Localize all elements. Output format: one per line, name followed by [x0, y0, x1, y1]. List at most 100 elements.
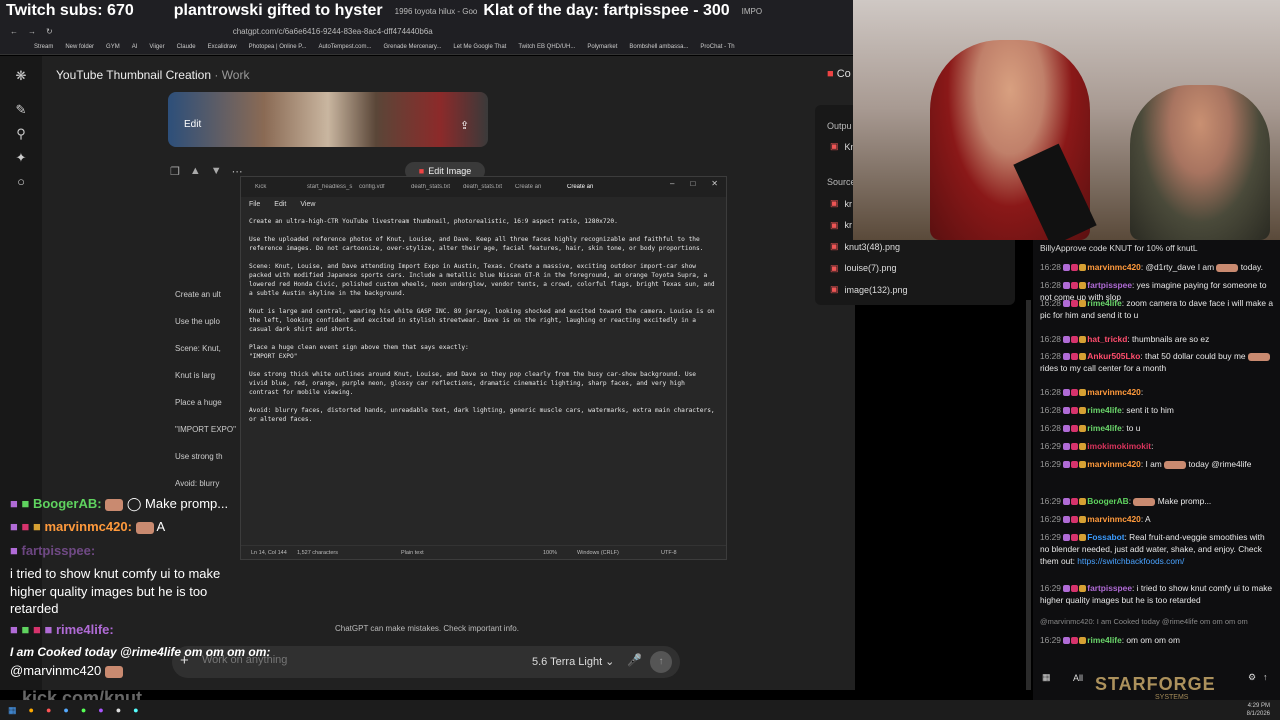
thumbs-up-icon[interactable]: ▲: [190, 165, 201, 178]
chat-username[interactable]: Fossabot: [1087, 532, 1124, 542]
bookmark-item[interactable]: Excalidraw: [208, 44, 237, 50]
system-tray[interactable]: 4:29 PM 8/1/2026: [1247, 702, 1270, 718]
menu-item[interactable]: File: [249, 201, 260, 208]
circle-icon[interactable]: ○: [13, 174, 29, 190]
sources-label: Source: [827, 177, 856, 187]
notepad-tab[interactable]: Create an: [561, 184, 613, 190]
chat-text: today.: [1240, 262, 1263, 272]
app-icon[interactable]: ●: [133, 705, 138, 715]
forward-icon[interactable]: →: [28, 27, 36, 36]
chat-username[interactable]: fartpisspee: [1087, 280, 1132, 290]
brand-logo: STARFORGE: [1095, 674, 1216, 694]
bookmark-item[interactable]: Grenade Mercenary...: [384, 44, 442, 50]
bookmark-item[interactable]: Bombshell ambassa...: [629, 44, 688, 50]
app-icon[interactable]: ●: [98, 705, 103, 715]
chat-username[interactable]: marvinmc420: [1087, 514, 1141, 524]
notepad-tab[interactable]: config.vdf: [353, 184, 405, 190]
close-icon[interactable]: ✕: [711, 179, 718, 188]
chat-username[interactable]: rime4life: [1087, 635, 1121, 645]
model-selector[interactable]: 5.6 Terra Light ⌄: [532, 655, 614, 668]
chat-text: :: [1128, 496, 1132, 506]
notepad-tab[interactable]: Create an: [509, 184, 561, 190]
source-label: louise(7).png: [844, 263, 897, 273]
app-icon[interactable]: ●: [29, 705, 34, 715]
prompt-paragraph: Create an ultra-high-CTR YouTube livestr…: [249, 218, 618, 225]
chat-username[interactable]: imokimokimokit: [1087, 441, 1151, 451]
copy-icon[interactable]: ❐: [170, 165, 180, 178]
chat-username[interactable]: rime4life: [1087, 405, 1121, 415]
chat-username[interactable]: marvinmc420: [1087, 262, 1141, 272]
scrollbar[interactable]: [1026, 300, 1031, 690]
windows-start-icon[interactable]: ▦: [8, 705, 17, 716]
bookmark-item[interactable]: Twitch EB QHD/UH...: [518, 44, 575, 50]
badge-icon: [1079, 516, 1087, 524]
menu-item[interactable]: View: [300, 201, 315, 208]
minimize-icon[interactable]: –: [670, 179, 674, 188]
url-field[interactable]: chatgpt.com/c/6a6e6416-9244-83ea-8ac4-df…: [233, 27, 433, 36]
chat-username[interactable]: fartpisspee: [1087, 583, 1132, 593]
notepad-tab[interactable]: death_stats.txt: [457, 184, 509, 190]
arrow-up-icon[interactable]: ↑: [1263, 672, 1268, 682]
twitch-subs-count: Twitch subs: 670: [6, 2, 134, 19]
notepad-text-area[interactable]: Create an ultra-high-CTR YouTube livestr…: [241, 211, 726, 531]
notepad-tab[interactable]: death_stats.txt: [405, 184, 457, 190]
thumbs-down-icon[interactable]: ▼: [211, 165, 222, 178]
send-button[interactable]: ↑: [650, 651, 672, 673]
search-icon[interactable]: ⚲: [13, 126, 29, 142]
chat-username[interactable]: hat_trickd: [1087, 334, 1127, 344]
new-chat-icon[interactable]: ✎: [13, 102, 29, 118]
source-item[interactable]: ▣ kr: [830, 198, 852, 209]
bookmark-item[interactable]: Stream: [34, 44, 53, 50]
prompt-paragraph: Use the uploaded reference photos of Knu…: [249, 236, 704, 252]
grid-icon[interactable]: ▦: [1042, 672, 1051, 683]
settings-icon[interactable]: ⚙: [1248, 672, 1256, 683]
klat-of-day: Klat of the day: fartpisspee - 300: [483, 2, 730, 19]
menu-item[interactable]: Edit: [274, 201, 286, 208]
chat-username[interactable]: marvinmc420: [1087, 459, 1141, 469]
app-icon[interactable]: ●: [116, 705, 121, 715]
badge-icon: [1079, 425, 1087, 433]
bookmarks-bar: Stream New folder GYM AI Viiger Claude Excalid…: [0, 40, 855, 55]
chat-link[interactable]: https://switchbackfoods.com/: [1077, 556, 1184, 566]
edit-button[interactable]: Edit: [184, 119, 201, 130]
chat-username: fartpisspee:: [21, 543, 96, 558]
pin-icon[interactable]: ✦: [13, 150, 29, 166]
bookmark-item[interactable]: Polymarket: [587, 44, 617, 50]
app-icon[interactable]: ●: [63, 705, 68, 715]
share-icon[interactable]: ⇪: [460, 119, 469, 132]
bookmark-item[interactable]: AutoTempest.com...: [318, 44, 371, 50]
browser-tab[interactable]: 1996 toyota hilux - Goo: [395, 7, 478, 16]
browser-tab[interactable]: IMPO: [742, 7, 762, 16]
source-item[interactable]: ▣ knut3(48).png: [830, 241, 900, 252]
chat-filter[interactable]: All: [1073, 673, 1083, 683]
chat-username[interactable]: rime4life: [1087, 298, 1121, 308]
chat-timestamp: 16:29: [1040, 514, 1061, 524]
project-name[interactable]: Work: [222, 68, 250, 82]
source-item[interactable]: ▣ image(132).png: [830, 284, 908, 295]
notepad-tab[interactable]: start_headless_s: [301, 184, 353, 190]
source-item[interactable]: ▣ kr: [830, 220, 852, 231]
bookmark-item[interactable]: GYM: [106, 44, 120, 50]
bookmark-item[interactable]: New folder: [65, 44, 94, 50]
generated-thumbnail-image[interactable]: [168, 92, 488, 147]
app-icon[interactable]: ●: [46, 705, 51, 715]
chat-username[interactable]: BoogerAB: [1087, 496, 1128, 506]
bookmark-item[interactable]: Photopea | Online P...: [249, 44, 307, 50]
chat-username[interactable]: rime4life: [1087, 423, 1121, 433]
bookmark-item[interactable]: Viiger: [149, 44, 164, 50]
app-icon[interactable]: ●: [81, 705, 86, 715]
output-item[interactable]: ▣ Kn: [830, 141, 856, 152]
chat-username[interactable]: Ankur505Lko: [1087, 351, 1140, 361]
chat-username[interactable]: marvinmc420: [1087, 387, 1141, 397]
source-item[interactable]: ▣ louise(7).png: [830, 263, 897, 274]
bookmark-item[interactable]: Let Me Google That: [453, 44, 506, 50]
reload-icon[interactable]: ↻: [46, 27, 53, 36]
back-icon[interactable]: ←: [10, 27, 18, 36]
openai-logo-icon[interactable]: ❋: [13, 68, 29, 84]
bookmark-item[interactable]: AI: [132, 44, 138, 50]
maximize-icon[interactable]: □: [690, 179, 695, 188]
notepad-tab[interactable]: Kick: [249, 184, 301, 190]
microphone-icon[interactable]: 🎤: [627, 653, 642, 667]
bookmark-item[interactable]: Claude: [177, 44, 196, 50]
bookmark-item[interactable]: ProChat - Th: [700, 44, 734, 50]
